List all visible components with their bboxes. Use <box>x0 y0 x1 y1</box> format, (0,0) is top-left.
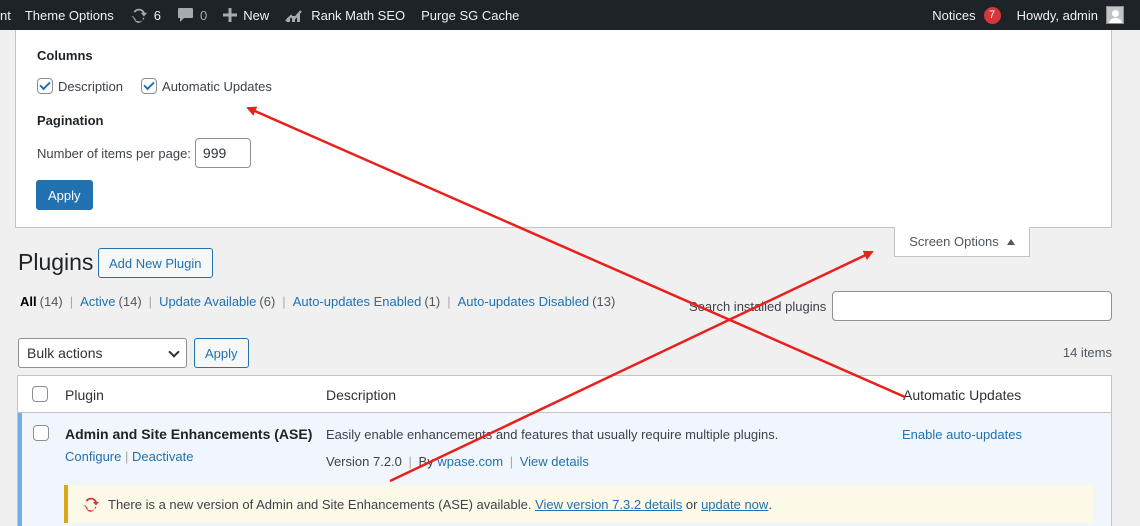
filter-auto-updates-enabled-count: (1) <box>424 294 441 309</box>
screen-options-toggle[interactable]: Screen Options <box>894 227 1030 257</box>
admin-bar-partial-item[interactable]: nt <box>0 0 19 30</box>
triangle-up-icon <box>1006 238 1015 245</box>
column-header-auto-updates: Automatic Updates <box>903 387 1022 403</box>
search-plugins-label: Search installed plugins <box>689 299 827 314</box>
screen-options-panel: Columns Description Automatic Updates Pa… <box>15 30 1112 228</box>
refresh-icon <box>130 6 148 24</box>
view-version-details-link[interactable]: View version 7.3.2 details <box>535 497 682 512</box>
select-all-checkbox[interactable] <box>32 386 48 402</box>
comment-icon <box>177 7 194 23</box>
plugin-status-filters: All (14) | Active (14) | Update Availabl… <box>20 294 615 309</box>
filter-active-count: (14) <box>118 294 142 309</box>
filter-auto-updates-enabled[interactable]: Auto-updates Enabled <box>293 294 422 309</box>
update-notice-end: . <box>768 496 772 512</box>
row-actions-separator: | <box>125 449 132 464</box>
notices-label: Notices <box>932 7 976 23</box>
bulk-actions-select[interactable]: Bulk actions <box>18 338 187 368</box>
screen-options-toggle-label: Screen Options <box>909 234 999 249</box>
description-column-label[interactable]: Description <box>58 79 123 94</box>
row-actions: Configure | Deactivate <box>65 449 193 464</box>
comments-count: 0 <box>199 7 208 23</box>
plugin-by-label: By <box>418 454 434 469</box>
update-notice: There is a new version of Admin and Site… <box>64 485 1093 523</box>
configure-link[interactable]: Configure <box>65 449 121 464</box>
admin-bar: nt Theme Options 6 0 New Rank Math SEO P… <box>0 0 1140 30</box>
filter-all-count: (14) <box>39 294 63 309</box>
pagination-heading: Pagination <box>37 113 104 128</box>
update-now-link[interactable]: update now <box>701 497 768 512</box>
auto-updates-column-label[interactable]: Automatic Updates <box>162 79 272 94</box>
theme-options-link[interactable]: Theme Options <box>19 0 122 30</box>
purge-cache-link[interactable]: Purge SG Cache <box>413 0 527 30</box>
plugin-meta: Version 7.2.0 | By wpase.com | View deta… <box>326 454 589 469</box>
plugin-description: Easily enable enhancements and features … <box>326 427 779 442</box>
bulk-actions-value: Bulk actions <box>27 345 103 361</box>
search-plugins-input[interactable] <box>832 291 1112 321</box>
update-refresh-icon <box>82 495 100 513</box>
plugin-version: Version 7.2.0 <box>326 454 402 469</box>
filter-all[interactable]: All <box>20 294 37 309</box>
theme-options-label: Theme Options <box>24 7 114 23</box>
update-notice-or: or <box>685 496 698 512</box>
per-page-label: Number of items per page: <box>37 145 191 161</box>
meta-separator: | <box>509 454 514 469</box>
column-header-plugin: Plugin <box>65 387 104 403</box>
rank-math-link[interactable]: Rank Math SEO <box>277 0 413 30</box>
comments-link[interactable]: 0 <box>169 0 215 30</box>
updates-count: 6 <box>153 7 161 23</box>
columns-heading: Columns <box>37 48 93 63</box>
meta-separator: | <box>408 454 412 469</box>
filter-separator: | <box>69 294 74 309</box>
page-title: Plugins <box>18 249 94 275</box>
account-menu[interactable]: Howdy, admin <box>1009 0 1140 30</box>
filter-active[interactable]: Active <box>80 294 115 309</box>
view-details-link[interactable]: View details <box>520 454 589 469</box>
purge-cache-label: Purge SG Cache <box>421 7 520 23</box>
enable-auto-updates-link[interactable]: Enable auto-updates <box>902 427 1022 442</box>
howdy-label: Howdy, admin <box>1016 7 1098 23</box>
description-column-checkbox[interactable] <box>37 78 53 94</box>
updates-link[interactable]: 6 <box>122 0 169 30</box>
filter-update-available-count: (6) <box>259 294 276 309</box>
chevron-down-icon <box>168 346 180 358</box>
filter-auto-updates-disabled[interactable]: Auto-updates Disabled <box>458 294 590 309</box>
bulk-apply-button[interactable]: Apply <box>194 338 249 368</box>
columns-checkboxes: Description Automatic Updates <box>37 78 290 94</box>
update-notice-text: There is a new version of Admin and Site… <box>108 496 532 512</box>
filter-auto-updates-disabled-count: (13) <box>592 294 616 309</box>
new-content-link[interactable]: New <box>215 0 277 30</box>
plugin-author-link[interactable]: wpase.com <box>437 454 503 469</box>
row-select-checkbox[interactable] <box>33 425 49 441</box>
filter-separator: | <box>148 294 153 309</box>
notices-link[interactable]: Notices 7 <box>924 0 1008 30</box>
add-new-plugin-button[interactable]: Add New Plugin <box>98 248 213 278</box>
avatar <box>1106 6 1124 24</box>
plugin-name: Admin and Site Enhancements (ASE) <box>65 426 313 442</box>
table-header: Plugin Description Automatic Updates <box>18 376 1111 413</box>
admin-bar-partial-label: nt <box>0 7 11 23</box>
items-count: 14 items <box>1062 345 1112 360</box>
deactivate-link[interactable]: Deactivate <box>132 449 193 464</box>
plus-icon <box>223 8 238 22</box>
table-row: Admin and Site Enhancements (ASE) Config… <box>18 413 1111 526</box>
new-label: New <box>243 7 270 23</box>
column-header-description: Description <box>326 387 397 403</box>
auto-updates-column-checkbox[interactable] <box>141 78 158 94</box>
per-page-input[interactable] <box>194 138 251 168</box>
per-page-row: Number of items per page: <box>37 138 251 168</box>
screen-options-apply-button[interactable]: Apply <box>36 180 93 210</box>
rank-math-icon <box>285 7 305 23</box>
notices-badge: 7 <box>983 6 1001 24</box>
rank-math-label: Rank Math SEO <box>311 7 406 23</box>
filter-separator: | <box>282 294 286 309</box>
plugins-table: Plugin Description Automatic Updates Adm… <box>17 375 1112 526</box>
filter-separator: | <box>447 294 451 309</box>
filter-update-available[interactable]: Update Available <box>159 294 256 309</box>
